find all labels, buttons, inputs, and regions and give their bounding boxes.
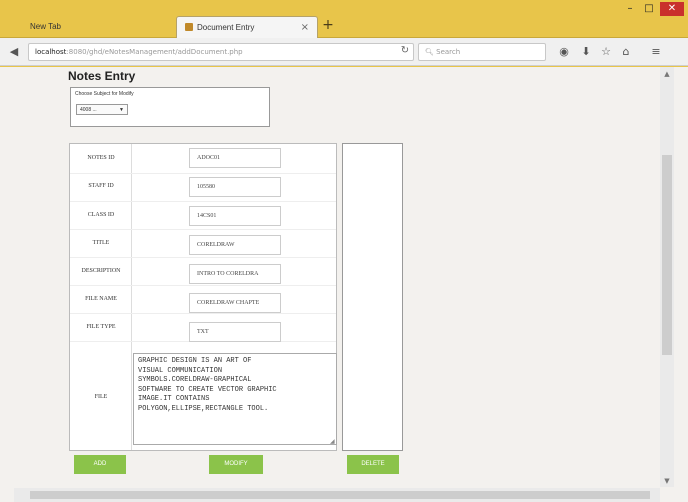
scrollbar-thumb[interactable] (662, 155, 672, 355)
page-title: Notes Entry (68, 69, 136, 83)
file-type-label: FILE TYPE (86, 324, 116, 330)
tab-new-tab[interactable]: New Tab (22, 16, 174, 38)
row-divider (70, 201, 336, 202)
minimize-button[interactable]: – (620, 2, 640, 16)
tab-label: Document Entry (197, 23, 255, 32)
download-icon[interactable]: ⬇ (578, 43, 594, 61)
url-host: localhost (35, 48, 67, 56)
scroll-down-icon[interactable]: ▼ (662, 476, 672, 486)
title-field[interactable]: CORELDRAW (189, 235, 281, 255)
tab-document-entry[interactable]: Document Entry × (176, 16, 318, 38)
reload-icon[interactable]: ↻ (398, 43, 412, 59)
delete-button[interactable]: DELETE (347, 455, 399, 474)
file-name-label: FILE NAME (85, 296, 117, 302)
new-tab-button[interactable]: + (321, 18, 335, 32)
row-divider (70, 285, 336, 286)
chevron-down-icon: ▼ (119, 107, 124, 113)
back-arrow-icon[interactable]: ◀ (6, 44, 22, 60)
title-label: TITLE (92, 240, 110, 246)
navigation-bar: ◀ localhost:8080/ghd/eNotesManagement/ad… (0, 38, 688, 66)
url-path: :8080/ghd/eNotesManagement/addDocument.p… (66, 48, 243, 56)
file-content-textarea[interactable]: GRAPHIC DESIGN IS AN ART OF VISUAL COMMU… (133, 353, 337, 445)
menu-icon[interactable]: ≡ (648, 43, 664, 61)
tab-label: New Tab (30, 22, 61, 31)
scroll-up-icon[interactable]: ▲ (662, 69, 672, 79)
notes-id-label: NOTES ID (87, 155, 115, 161)
favicon-icon (185, 22, 193, 31)
horizontal-scrollbar-thumb[interactable] (30, 491, 650, 499)
row-divider (70, 257, 336, 258)
search-input[interactable]: 🔍︎ Search (418, 43, 546, 61)
url-bar[interactable]: localhost:8080/ghd/eNotesManagement/addD… (28, 43, 414, 61)
close-window-button[interactable]: ✕ (660, 2, 684, 16)
search-placeholder: Search (436, 48, 461, 56)
add-button[interactable]: ADD (74, 455, 126, 474)
staff-id-field[interactable]: 105580 (189, 177, 281, 197)
description-label: DESCRIPTION (81, 268, 121, 274)
file-name-field[interactable]: CORELDRAW CHAPTE (189, 293, 281, 313)
bookmark-star-icon[interactable]: ☆ (598, 43, 614, 61)
description-field[interactable]: INTRO TO CORELDRA (189, 264, 281, 284)
choose-subject-label: Choose Subject for Modify (75, 91, 134, 97)
choose-subject-value: 4008 ... (80, 107, 97, 113)
resize-grip-icon[interactable]: ◢ (330, 438, 335, 445)
reader-icon[interactable]: ◉ (556, 43, 572, 61)
notes-id-field[interactable]: ADOC01 (189, 148, 281, 168)
modify-button[interactable]: MODIFY (209, 455, 263, 474)
row-divider (70, 229, 336, 230)
choose-subject-select[interactable]: 4008 ... ▼ (76, 104, 128, 115)
class-id-label: CLASS ID (87, 212, 115, 218)
side-panel (342, 143, 403, 451)
staff-id-label: STAFF ID (88, 183, 114, 189)
maximize-button[interactable]: □ (640, 2, 658, 16)
class-id-field[interactable]: 14CS01 (189, 206, 281, 226)
close-tab-icon[interactable]: × (301, 22, 309, 33)
row-divider (70, 313, 336, 314)
row-divider (70, 173, 336, 174)
home-icon[interactable]: ⌂ (618, 43, 634, 61)
file-label: FILE (94, 394, 108, 400)
file-type-field[interactable]: TXT (189, 322, 281, 342)
